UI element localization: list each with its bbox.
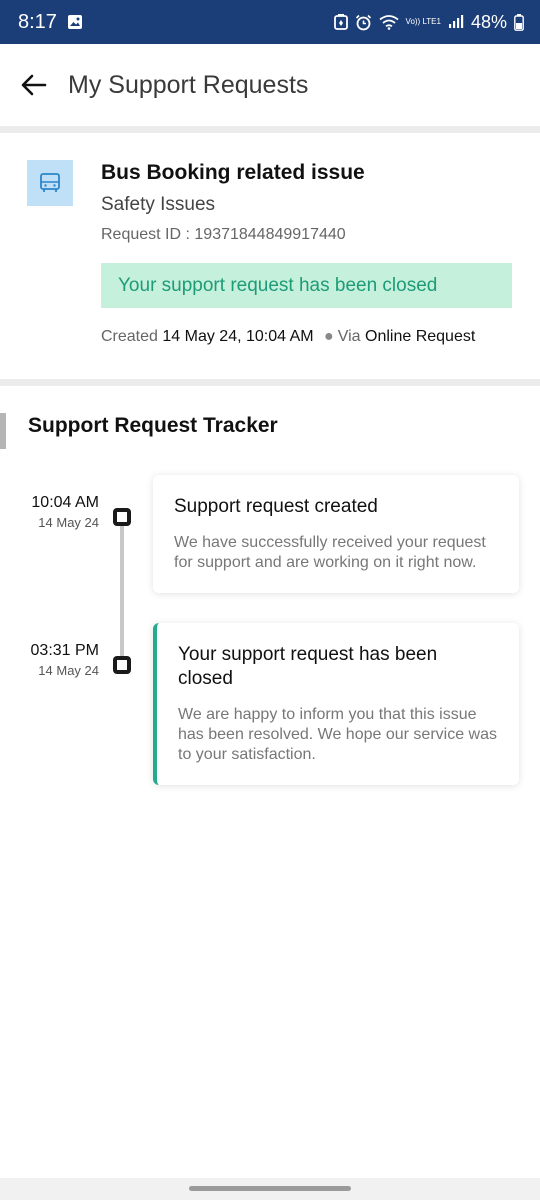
battery-saver-icon bbox=[333, 14, 348, 30]
status-right: Vo)) LTE1 48% bbox=[333, 11, 524, 33]
timeline-line bbox=[120, 520, 124, 665]
status-bar: 8:17 Vo)) LTE1 48% bbox=[0, 0, 540, 44]
timeline-node bbox=[113, 656, 131, 674]
arrow-left-icon[interactable] bbox=[18, 69, 50, 101]
page-title: My Support Requests bbox=[68, 70, 309, 99]
home-indicator[interactable] bbox=[189, 1186, 351, 1191]
separator-dot: ● bbox=[324, 328, 334, 345]
battery-icon bbox=[514, 13, 524, 31]
tracker-title: Support Request Tracker bbox=[28, 414, 278, 437]
event-date: 14 May 24 bbox=[38, 515, 99, 530]
status-banner: Your support request has been closed bbox=[101, 263, 512, 308]
bus-icon bbox=[27, 160, 73, 206]
via-value: Online Request bbox=[365, 328, 476, 345]
request-title: Bus Booking related issue bbox=[101, 161, 365, 184]
created-label: Created bbox=[101, 328, 158, 345]
status-time: 8:17 bbox=[18, 10, 57, 33]
request-meta: Created 14 May 24, 10:04 AM ● Via Online … bbox=[101, 328, 475, 346]
app-bar: My Support Requests bbox=[0, 44, 540, 126]
event-date: 14 May 24 bbox=[38, 663, 99, 678]
timeline-node bbox=[113, 508, 131, 526]
event-time: 03:31 PM bbox=[30, 642, 99, 659]
request-id-value: 19371844849917440 bbox=[194, 226, 346, 243]
request-id-label: Request ID : bbox=[101, 226, 190, 243]
signal-icon bbox=[448, 15, 464, 29]
alarm-icon bbox=[355, 14, 372, 31]
via-label: Via bbox=[337, 328, 361, 345]
created-value: 14 May 24, 10:04 AM bbox=[162, 328, 314, 345]
wifi-icon bbox=[378, 14, 399, 30]
event-card[interactable]: Support request created We have successf… bbox=[153, 475, 519, 593]
event-title: Your support request has been closed bbox=[178, 644, 438, 689]
divider bbox=[0, 379, 540, 386]
status-left: 8:17 bbox=[18, 11, 83, 34]
event-time: 10:04 AM bbox=[31, 494, 99, 511]
request-subcategory: Safety Issues bbox=[101, 194, 216, 215]
event-title: Support request created bbox=[174, 496, 378, 517]
event-description: We have successfully received your reque… bbox=[174, 534, 486, 571]
gallery-icon bbox=[67, 14, 83, 30]
event-description: We are happy to inform you that this iss… bbox=[178, 706, 497, 763]
section-accent-bar bbox=[0, 413, 6, 449]
battery-percent: 48% bbox=[470, 11, 507, 32]
request-id: Request ID : 19371844849917440 bbox=[101, 226, 346, 244]
event-card-active[interactable]: Your support request has been closed We … bbox=[153, 623, 519, 785]
volte-icon: Vo)) LTE1 bbox=[405, 17, 441, 26]
divider bbox=[0, 126, 540, 133]
